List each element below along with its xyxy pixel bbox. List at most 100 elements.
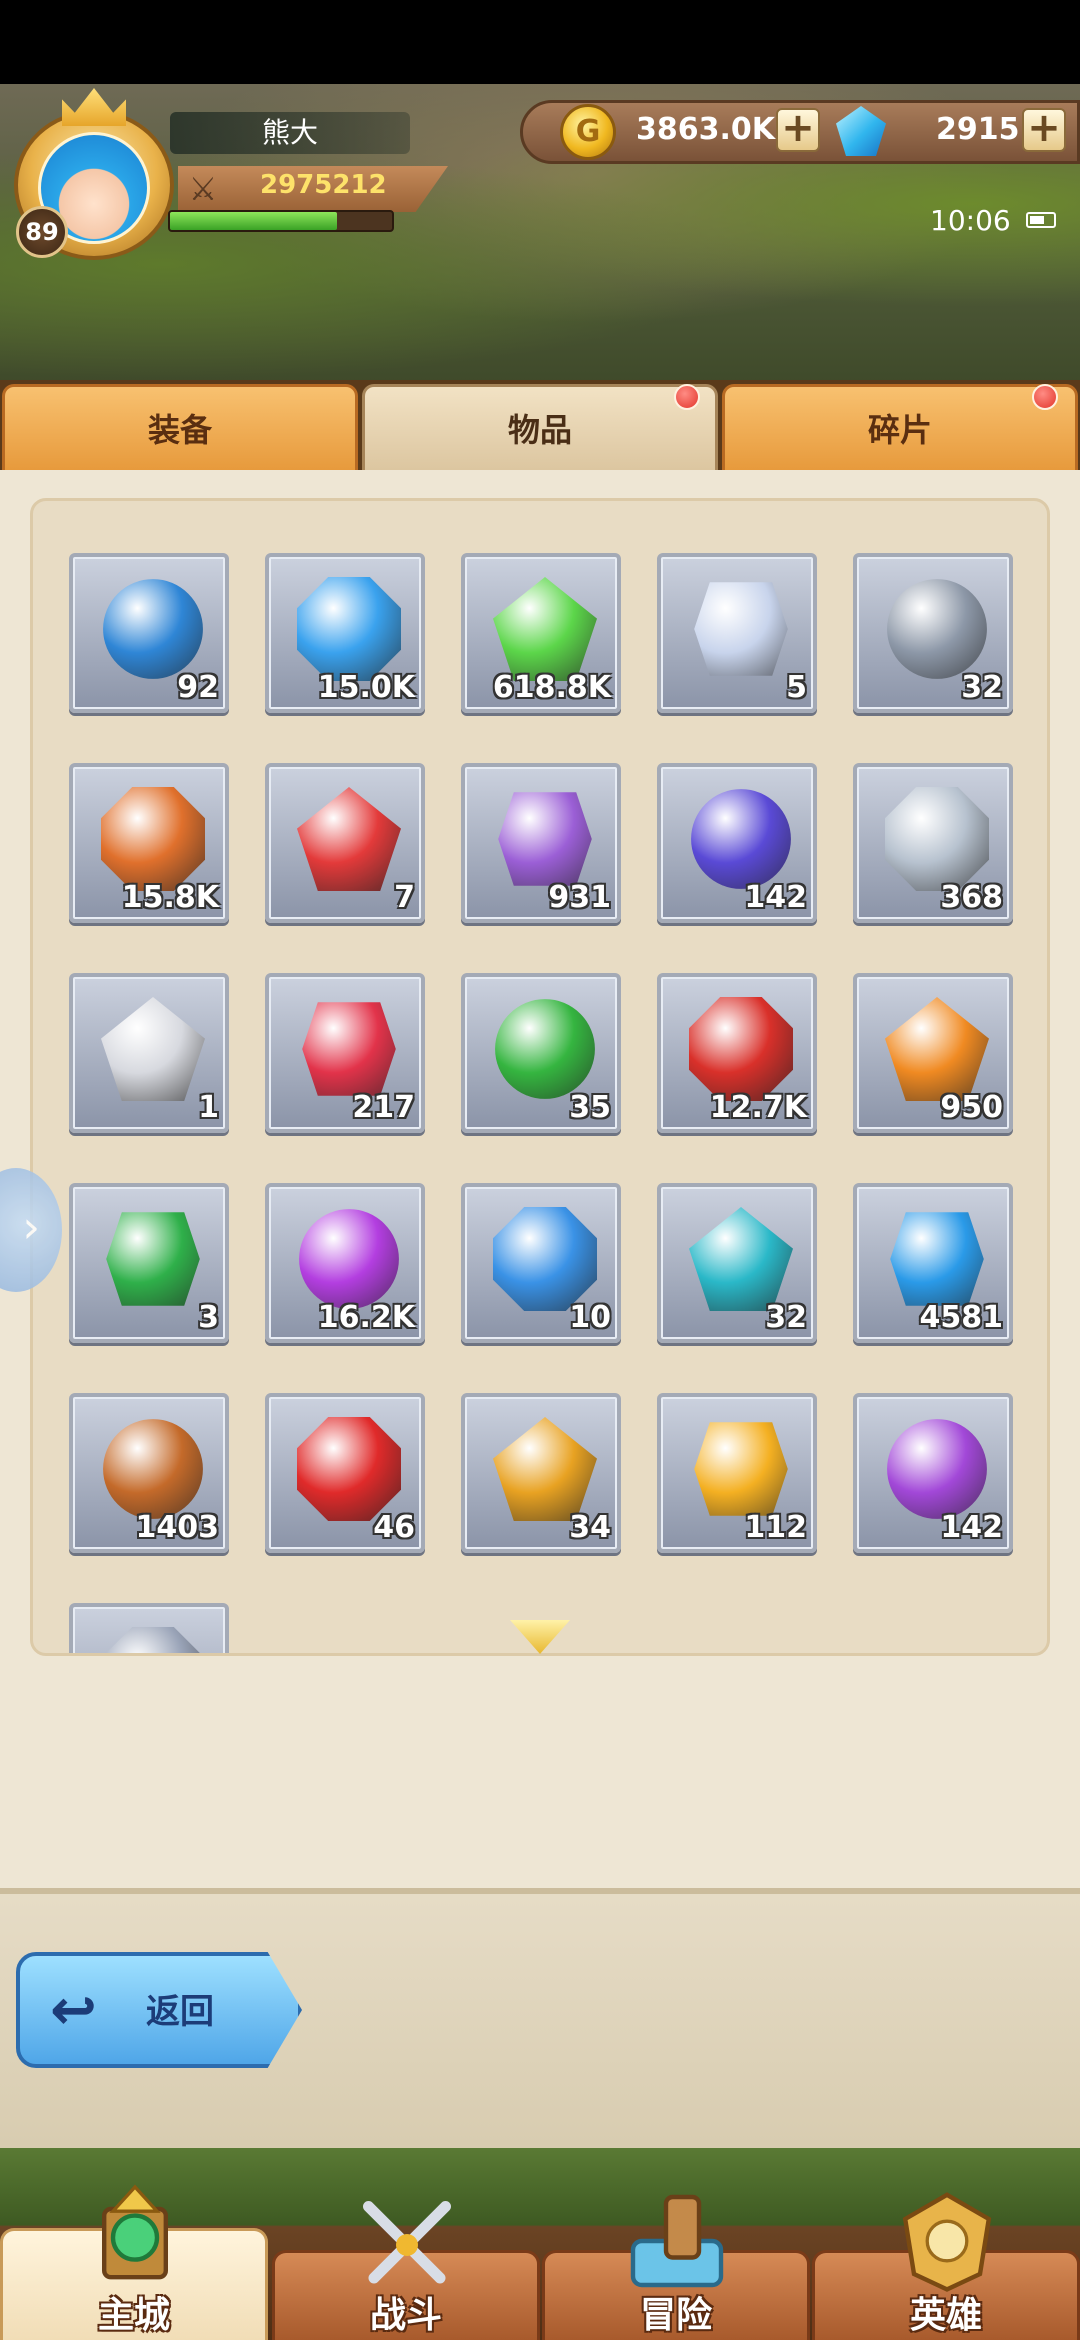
combat-power-value: 2975212	[260, 170, 387, 200]
nav-label-adventure: 冒险	[639, 2295, 712, 2336]
item-count: 15.0K	[317, 670, 415, 705]
tab-fragments[interactable]: 碎片	[722, 384, 1078, 470]
item-count: 34	[569, 1510, 611, 1545]
inventory-item[interactable]: 46	[265, 1393, 425, 1553]
gold-amount: 3863.0K	[636, 112, 776, 147]
purple-helmet-gem-icon	[887, 1419, 987, 1519]
back-arrow-icon: ↩	[50, 1978, 97, 2043]
inventory-item[interactable]: 12.7K	[657, 973, 817, 1133]
item-count: 1403	[135, 1510, 220, 1545]
skull-box-icon	[101, 997, 205, 1101]
hero-emblem-icon	[902, 2192, 992, 2292]
item-count: 5	[786, 670, 807, 705]
add-gold-button[interactable]: +	[776, 108, 820, 152]
item-count: 15.8K	[121, 880, 219, 915]
purple-potion-icon	[299, 1209, 399, 1309]
player-level-badge: 89	[16, 206, 68, 258]
item-count: 368	[940, 880, 1003, 915]
inventory-item[interactable]: 15.0K	[265, 553, 425, 713]
inventory-item[interactable]: 35	[461, 973, 621, 1133]
partial-item-icon	[101, 1627, 205, 1653]
orange-vial-icon	[885, 997, 989, 1101]
inventory-tabs: 装备 物品 碎片	[0, 380, 1080, 470]
inventory-item[interactable]: 92	[69, 553, 229, 713]
purple-boots-gem-icon	[691, 789, 791, 889]
item-count: 4581	[919, 1300, 1004, 1335]
inventory-item[interactable]: 1403	[69, 1393, 229, 1553]
item-count: 16.2K	[317, 1300, 415, 1335]
tab-equipment[interactable]: 装备	[2, 384, 358, 470]
nav-label-heroes: 英雄	[909, 2295, 982, 2336]
inventory-item[interactable]: 618.8K	[461, 553, 621, 713]
exp-bar-fill	[170, 212, 337, 230]
inventory-item[interactable]: 142	[657, 763, 817, 923]
inventory-item[interactable]: 34	[461, 1393, 621, 1553]
blue-orb-icon	[890, 1212, 984, 1306]
item-count: 950	[940, 1090, 1003, 1125]
battery-icon	[1026, 212, 1056, 228]
inventory-item[interactable]: 3	[69, 1183, 229, 1343]
scroll-icon	[694, 582, 788, 676]
back-button-label: 返回	[146, 1992, 214, 2032]
inventory-item[interactable]: 16.2K	[265, 1183, 425, 1343]
inventory-item[interactable]: 112	[657, 1393, 817, 1553]
blue-crystal-icon	[297, 577, 401, 681]
blue-shield-gem-icon	[493, 1207, 597, 1311]
item-count: 10	[569, 1300, 611, 1335]
inventory-item[interactable]: 950	[853, 973, 1013, 1133]
gem-amount: 2915	[936, 112, 1020, 147]
inventory-item[interactable]: 32	[657, 1183, 817, 1343]
tab-items[interactable]: 物品	[362, 384, 718, 470]
inventory-item[interactable]: 32	[853, 553, 1013, 713]
crossed-swords-power-icon: ⚔	[188, 170, 218, 208]
blue-egg-icon	[103, 579, 203, 679]
item-count: 32	[961, 670, 1003, 705]
item-count: 142	[744, 880, 807, 915]
item-count: 618.8K	[492, 670, 611, 705]
item-grid: 92 15.0K 618.8K 5 32 15.8K 7 931 142 368 1 217 35 12.…	[30, 498, 1050, 1656]
key-icon	[887, 579, 987, 679]
inventory-item[interactable]: 142	[853, 1393, 1013, 1553]
gold-coin-icon: G	[560, 104, 616, 160]
item-count: 217	[352, 1090, 415, 1125]
crown-icon	[62, 88, 126, 126]
item-count: 931	[548, 880, 611, 915]
item-count: 46	[373, 1510, 415, 1545]
add-gems-button[interactable]: +	[1022, 108, 1066, 152]
nav-label-main-city: 主城	[97, 2295, 170, 2336]
player-name: 熊大	[170, 112, 410, 154]
crossed-swords-icon	[363, 2201, 451, 2284]
adventure-map-icon	[630, 2194, 724, 2288]
lightning-stone-icon	[493, 1417, 597, 1521]
item-count: 142	[940, 1510, 1003, 1545]
green-glove-gem-icon	[106, 1212, 200, 1306]
item-count: 1	[198, 1090, 219, 1125]
items-notification-dot	[674, 384, 700, 410]
item-count: 12.7K	[709, 1090, 807, 1125]
inventory-item[interactable]: 10	[461, 1183, 621, 1343]
inventory-item[interactable]	[69, 1603, 229, 1653]
main-city-icon	[102, 2184, 168, 2280]
purple-jar-icon	[498, 792, 592, 886]
red-star-icon	[302, 1002, 396, 1096]
green-potion-icon	[493, 577, 597, 681]
inventory-item[interactable]: 368	[853, 763, 1013, 923]
heart-icon	[297, 1417, 401, 1521]
fragments-notification-dot	[1032, 384, 1058, 410]
bronze-coin-icon	[103, 1419, 203, 1519]
silver-coin-icon	[885, 787, 989, 891]
inventory-item[interactable]: 4581	[853, 1183, 1013, 1343]
item-count: 112	[744, 1510, 807, 1545]
inventory-item[interactable]: 217	[265, 973, 425, 1133]
inventory-item[interactable]: 1	[69, 973, 229, 1133]
clover-icon	[495, 999, 595, 1099]
inventory-item[interactable]: 15.8K	[69, 763, 229, 923]
teal-flask-icon	[689, 1207, 793, 1311]
inventory-item[interactable]: 931	[461, 763, 621, 923]
system-status-bar	[0, 0, 1080, 84]
nav-label-battle: 战斗	[369, 2295, 442, 2336]
rune-stone-icon	[101, 787, 205, 891]
inventory-item[interactable]: 5	[657, 553, 817, 713]
inventory-item[interactable]: 7	[265, 763, 425, 923]
yellow-armor-gem-icon	[694, 1422, 788, 1516]
